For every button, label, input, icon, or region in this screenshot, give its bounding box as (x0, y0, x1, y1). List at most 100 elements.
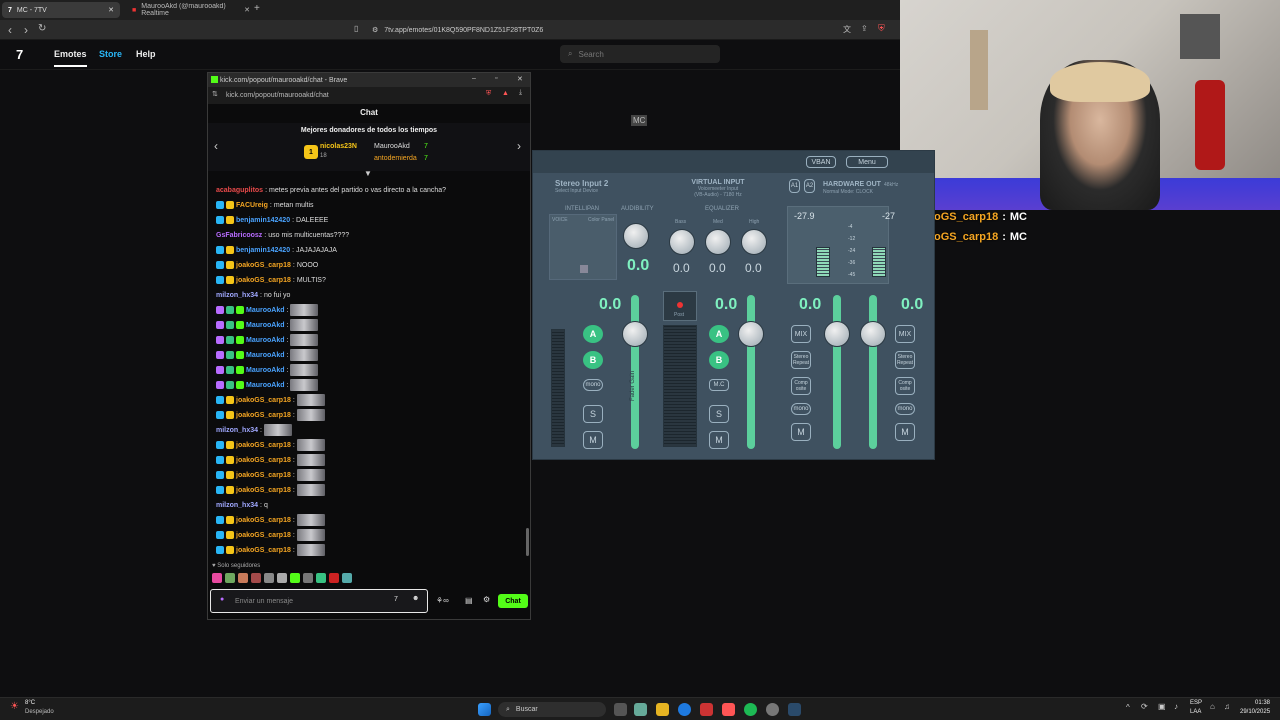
minimize-icon[interactable]: – (472, 75, 476, 82)
strip1-fader-knob[interactable] (622, 321, 648, 347)
edge-icon[interactable] (678, 703, 691, 716)
strip4-fader[interactable] (869, 295, 877, 449)
strip2-mute-button[interactable]: M (709, 431, 729, 449)
chat-username[interactable]: joakoGS_carp18 (236, 412, 291, 419)
network-icon[interactable]: ⌂ (1210, 702, 1215, 711)
chat-emote[interactable] (296, 394, 325, 406)
chat-emote[interactable] (296, 529, 325, 541)
tray-icon[interactable]: ⟳ (1141, 702, 1148, 711)
close-icon[interactable]: ✕ (108, 6, 114, 14)
emote-icon[interactable] (212, 573, 222, 583)
chat-emote[interactable] (290, 349, 319, 361)
chat-message-input[interactable]: ● Enviar un mensaje 7 ☻ (210, 589, 428, 613)
chat-emote[interactable] (290, 379, 319, 391)
send-chat-button[interactable]: Chat (498, 594, 528, 608)
emote-icon[interactable] (342, 573, 352, 583)
nav-store[interactable]: Store (99, 49, 122, 59)
tray-chevron-icon[interactable]: ^ (1126, 703, 1130, 712)
eq-high-knob[interactable] (741, 229, 767, 255)
chat-username[interactable]: FACUreig (236, 202, 268, 209)
weather-temp[interactable]: 8°C (25, 700, 35, 706)
gift-icon[interactable]: ▤ (465, 596, 473, 605)
copilot-icon[interactable] (634, 703, 647, 716)
emote-icon[interactable] (225, 573, 235, 583)
app-icon[interactable] (700, 703, 713, 716)
chat-emote[interactable] (296, 454, 325, 466)
settings-icon[interactable]: ⚙ (483, 595, 490, 604)
strip4-mix-button[interactable]: MIX (895, 325, 915, 343)
task-view-icon[interactable] (614, 703, 627, 716)
steam-icon[interactable] (788, 703, 801, 716)
chat-username[interactable]: MaurooAkd (246, 322, 285, 329)
emote-icon[interactable] (251, 573, 261, 583)
strip1-a-button[interactable]: A (583, 325, 603, 343)
brave-shield-icon[interactable]: ⛨ (486, 90, 491, 98)
close-icon[interactable]: ✕ (244, 6, 250, 14)
strip4-mono-button[interactable]: mono (895, 403, 915, 415)
strip4-fader-knob[interactable] (860, 321, 886, 347)
chat-emote[interactable] (290, 304, 319, 316)
vban-button[interactable]: VBAN (806, 156, 836, 168)
chat-emote[interactable] (296, 514, 325, 526)
chat-username[interactable]: joakoGS_carp18 (236, 517, 291, 524)
chat-username[interactable]: joakoGS_carp18 (236, 472, 291, 479)
chat-username[interactable]: joakoGS_carp18 (236, 457, 291, 464)
search-input[interactable]: ⌕ Search (560, 45, 720, 63)
post-switch[interactable]: Post (663, 291, 697, 321)
emote-icon[interactable] (264, 573, 274, 583)
chat-username[interactable]: joakoGS_carp18 (236, 547, 291, 554)
url-field[interactable]: ⚙ 7tv.app/emotes/01K8Q590PF8ND1Z51F28TPT… (372, 23, 842, 37)
audibility-knob[interactable] (623, 223, 649, 249)
chat-username[interactable]: MaurooAkd (246, 337, 285, 344)
taskbar-search[interactable]: ⌕ Buscar (498, 702, 606, 717)
strip3-fader-knob[interactable] (824, 321, 850, 347)
chat-emote[interactable] (290, 364, 319, 376)
strip3-fader[interactable] (833, 295, 841, 449)
bookmark-icon[interactable]: ▯ (354, 24, 358, 33)
clock-date[interactable]: 29/10/2025 (1240, 709, 1270, 715)
chat-username[interactable]: benjamin142420 (236, 217, 290, 224)
chat-username[interactable]: joakoGS_carp18 (236, 397, 291, 404)
tray-icon[interactable]: ▣ (1158, 702, 1166, 711)
strip3-mute-button[interactable]: M (791, 423, 811, 441)
language-code[interactable]: ESP (1190, 700, 1202, 706)
site-info-icon[interactable]: ⚙ (372, 26, 378, 34)
prev-arrow-icon[interactable]: ‹ (214, 139, 218, 153)
next-arrow-icon[interactable]: › (517, 139, 521, 153)
eq-med-knob[interactable] (705, 229, 731, 255)
strip1-b-button[interactable]: B (583, 351, 603, 369)
strip2-a-button[interactable]: A (709, 325, 729, 343)
strip2-fader[interactable] (747, 295, 755, 449)
weather-text[interactable]: Despejado (25, 709, 54, 715)
strip2-mc-button[interactable]: M.C (709, 379, 729, 391)
chat-emote[interactable] (296, 439, 325, 451)
a1-button[interactable]: A1 (789, 179, 800, 193)
chat-username[interactable]: MaurooAkd (246, 367, 285, 374)
stereo-input-title[interactable]: Stereo Input 2 (555, 179, 608, 188)
strip1-mono-button[interactable]: mono (583, 379, 603, 391)
emote-icon[interactable] (238, 573, 248, 583)
pan-cursor[interactable] (580, 265, 588, 273)
strip1-mute-button[interactable]: M (583, 431, 603, 449)
reload-icon[interactable]: ↻ (38, 23, 46, 34)
brave-icon[interactable] (722, 703, 735, 716)
close-icon[interactable]: ✕ (517, 75, 523, 83)
strip2-solo-button[interactable]: S (709, 405, 729, 423)
intellipan-pad[interactable]: VOICE Color Panel (549, 214, 617, 280)
emote-icon[interactable] (303, 573, 313, 583)
chat-username[interactable]: MaurooAkd (246, 382, 285, 389)
language-layout[interactable]: LAA (1190, 709, 1201, 715)
brave-rewards-icon[interactable]: ▲ (502, 90, 509, 97)
chat-emote[interactable] (296, 469, 325, 481)
strip4-mute-button[interactable]: M (895, 423, 915, 441)
tab-7tv[interactable]: 7 MC - 7TV ✕ (2, 2, 120, 18)
translate-icon[interactable]: 文 (843, 24, 851, 35)
brave-shield-icon[interactable]: ⛨ (878, 23, 885, 34)
chat-username[interactable]: MaurooAkd (246, 307, 285, 314)
emote-icon[interactable] (329, 573, 339, 583)
chat-emote[interactable] (296, 409, 325, 421)
chat-username[interactable]: joakoGS_carp18 (236, 487, 291, 494)
popup-url-bar[interactable]: ⇅ kick.com/popout/maurooakd/chat ⛨ ▲ ⤓ (208, 87, 530, 104)
forward-icon[interactable]: › (24, 23, 28, 37)
chat-username[interactable]: milzon_hx34 (216, 427, 258, 434)
